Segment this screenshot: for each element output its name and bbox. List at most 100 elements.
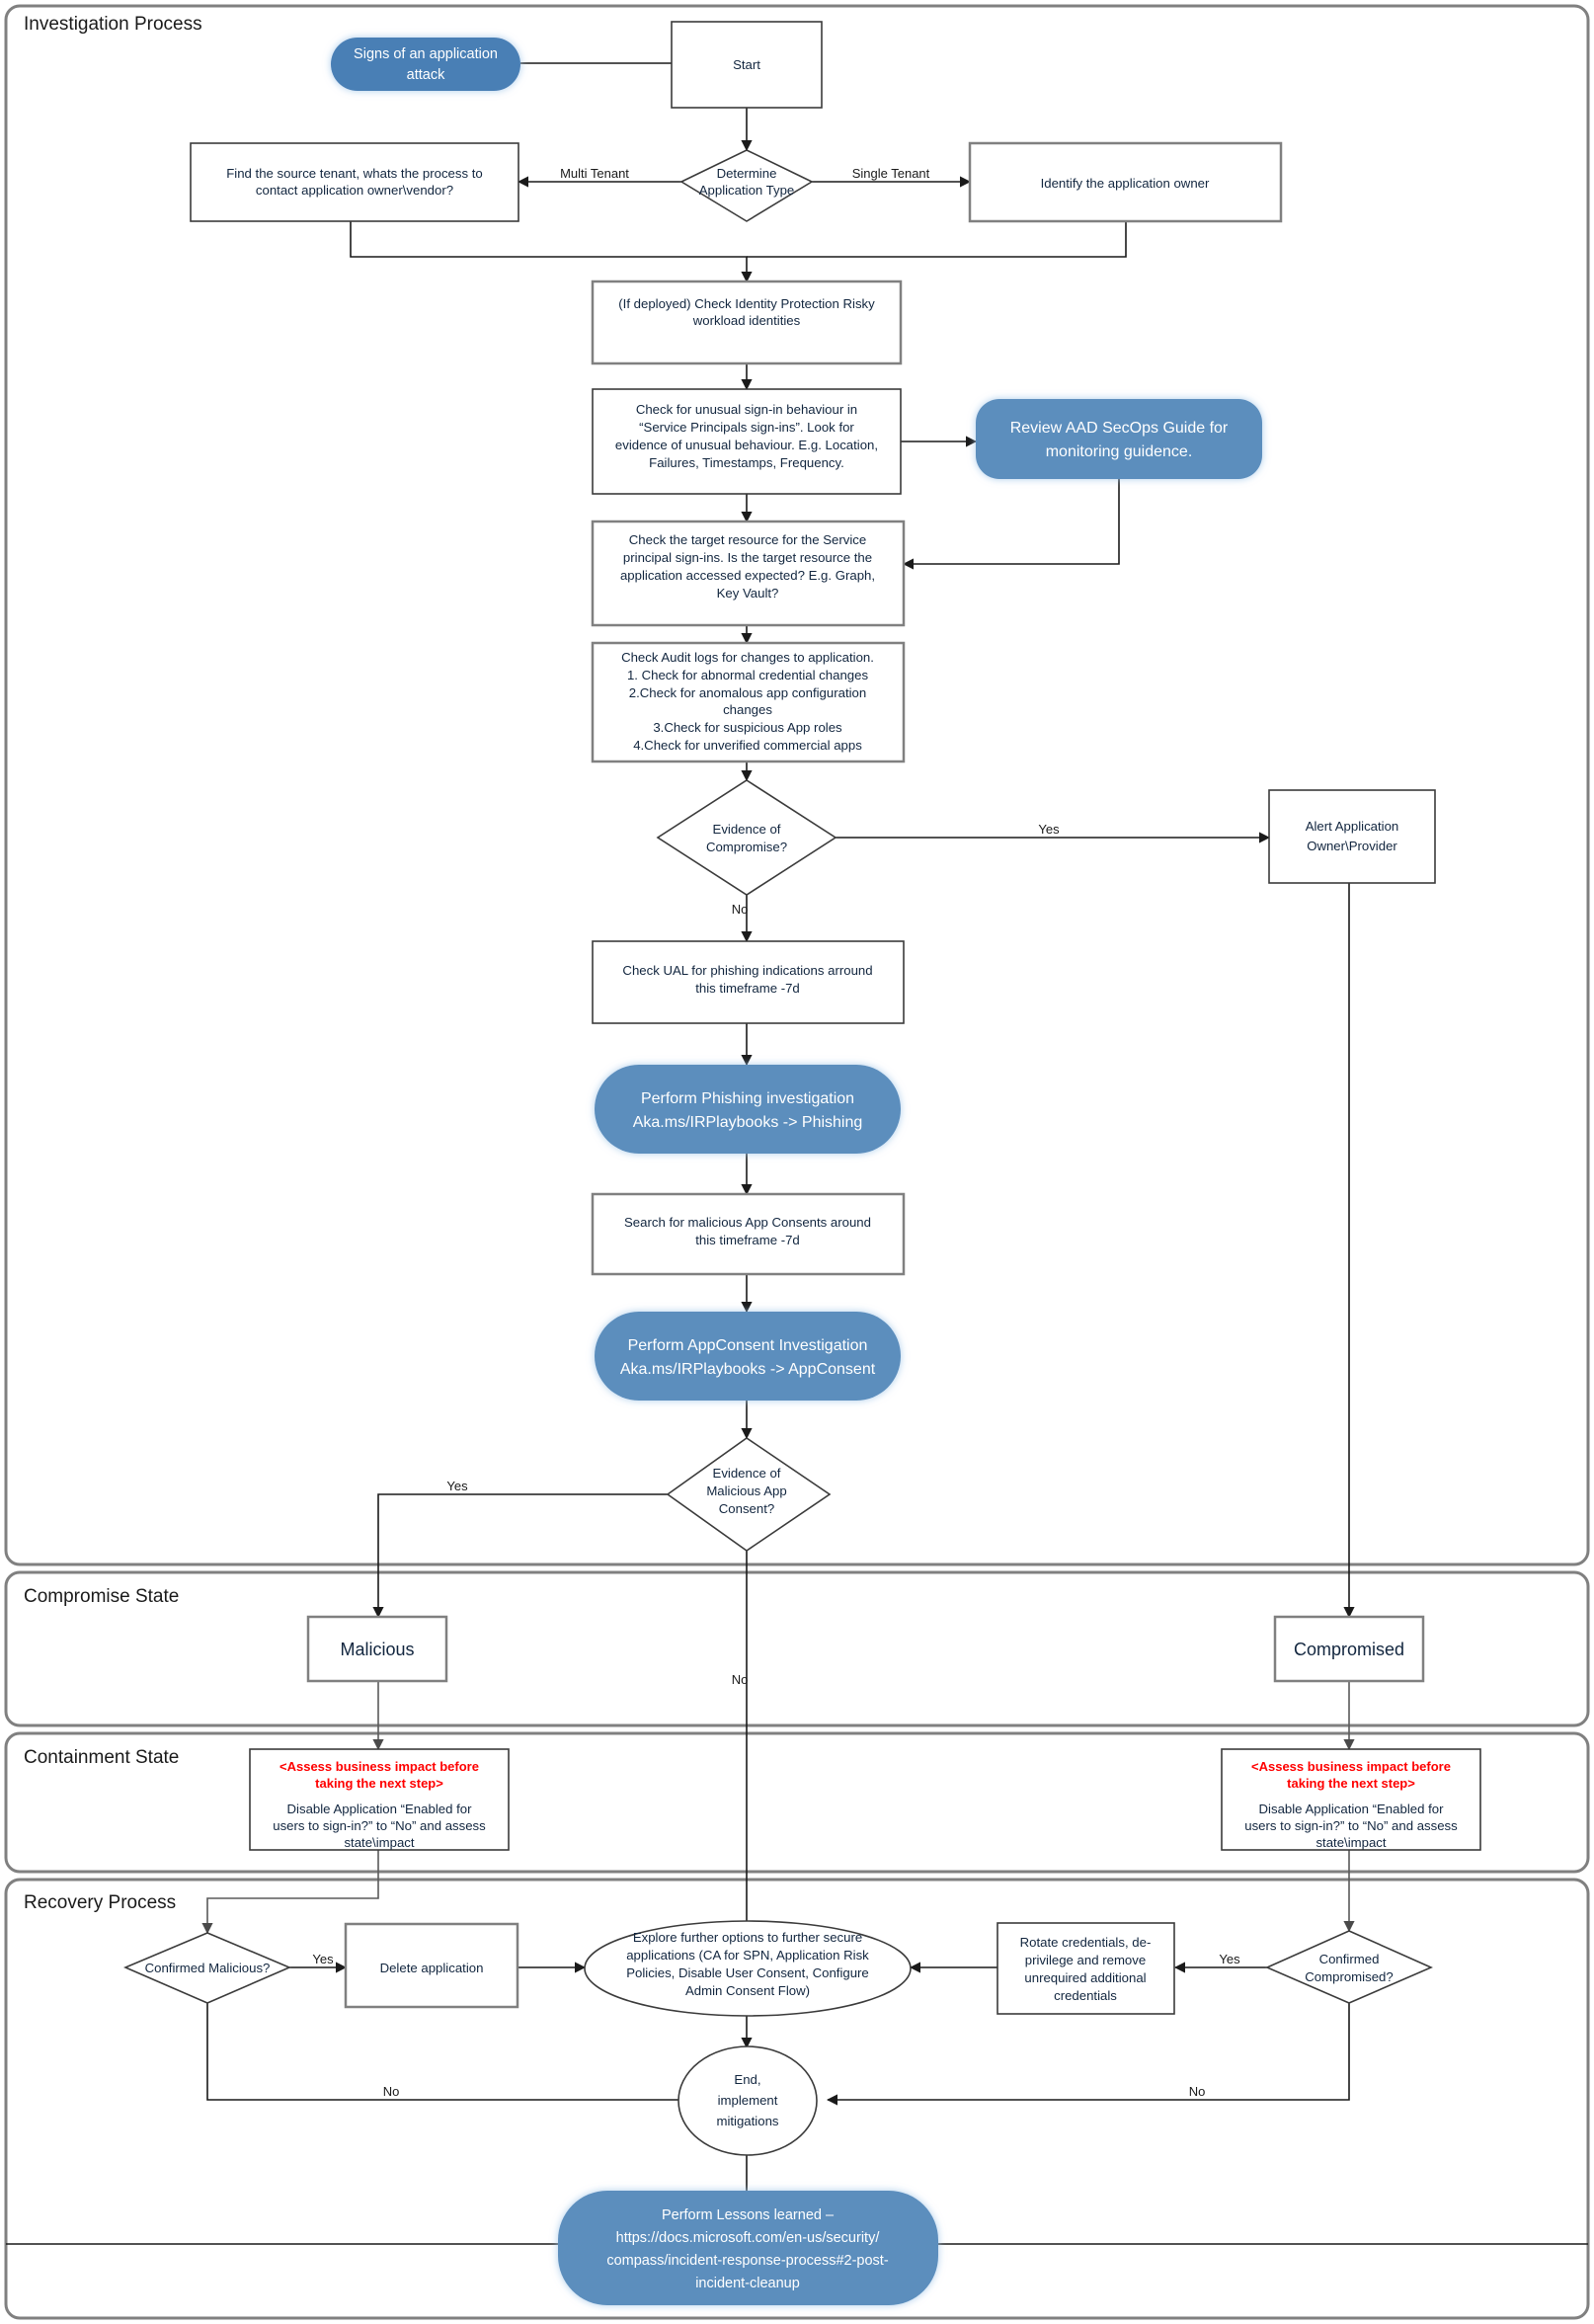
node-containment-right-alert-line2: taking the next step>	[1287, 1776, 1415, 1791]
node-rotate-credentials-line3: unrequired additional	[1024, 1970, 1146, 1985]
node-rotate-credentials-line1: Rotate credentials, de-	[1020, 1935, 1152, 1950]
node-explore-line1: Explore further options to further secur…	[633, 1930, 862, 1945]
node-containment-right[interactable]: <Assess business impact before taking th…	[1221, 1748, 1481, 1851]
node-containment-left-body-line1: Disable Application “Enabled for	[287, 1802, 473, 1816]
node-rotate-credentials-line4: credentials	[1054, 1988, 1117, 2003]
node-check-audit-logs-line3: 2.Check for anomalous app configuration	[629, 685, 866, 700]
node-signs-of-attack[interactable]: Signs of an application attack	[331, 38, 520, 91]
node-aad-secops-guide-line1: Review AAD SecOps Guide for	[1010, 420, 1229, 437]
edge-label-compromise-no: No	[732, 902, 749, 917]
node-containment-left-body-line2: users to sign-in?” to “No” and assess	[273, 1818, 486, 1833]
node-end-line2: implement	[718, 2093, 778, 2108]
node-identity-protection-line1: (If deployed) Check Identity Protection …	[618, 296, 875, 311]
edge-label-consent-yes: Yes	[446, 1479, 468, 1493]
node-identify-owner[interactable]: Identify the application owner	[968, 141, 1283, 223]
node-identify-owner-label: Identify the application owner	[1041, 176, 1210, 191]
node-find-source-tenant[interactable]: Find the source tenant, whats the proces…	[190, 142, 519, 222]
node-perform-appconsent-line2: Aka.ms/IRPlaybooks -> AppConsent	[620, 1361, 876, 1378]
node-check-ual-phishing-line2: this timeframe -7d	[695, 981, 800, 996]
node-unusual-signin-line2: “Service Principals sign-ins”. Look for	[639, 420, 854, 435]
node-perform-appconsent-line1: Perform AppConsent Investigation	[628, 1337, 868, 1354]
node-check-audit-logs-line4: changes	[723, 702, 772, 717]
flowchart-canvas: Investigation Process Compromise State C…	[0, 0, 1594, 2324]
node-alert-app-owner-line1: Alert Application	[1306, 819, 1399, 834]
node-identity-protection[interactable]: (If deployed) Check Identity Protection …	[591, 280, 903, 365]
edge-label-confirmed-malicious-no: No	[383, 2084, 400, 2099]
node-end-line1: End,	[734, 2072, 760, 2087]
node-explore-line2: applications (CA for SPN, Application Ri…	[626, 1948, 869, 1963]
node-lessons-learned[interactable]: Perform Lessons learned – https://docs.m…	[558, 2191, 938, 2305]
node-end-implement-mitigations[interactable]: End, implement mitigations	[677, 2045, 818, 2156]
node-alert-app-owner-line2: Owner\Provider	[1307, 839, 1397, 853]
node-perform-appconsent-investigation-shape	[595, 1312, 901, 1401]
node-aad-secops-guide-shape	[976, 399, 1262, 479]
node-rotate-credentials[interactable]: Rotate credentials, de- privilege and re…	[996, 1922, 1175, 2015]
node-lessons-learned-line3: compass/incident-response-process#2-post…	[606, 2253, 888, 2269]
node-start-label: Start	[733, 57, 760, 72]
node-search-app-consents-line1: Search for malicious App Consents around	[624, 1215, 871, 1230]
node-check-target-resource[interactable]: Check the target resource for the Servic…	[591, 520, 906, 627]
edge-label-multi-tenant: Multi Tenant	[560, 166, 629, 181]
flowchart-svg: Investigation Process Compromise State C…	[4, 4, 1590, 2320]
node-containment-left-alert-line1: <Assess business impact before	[279, 1759, 479, 1774]
node-containment-right-body-line2: users to sign-in?” to “No” and assess	[1244, 1818, 1458, 1833]
node-compromised[interactable]: Compromised	[1273, 1615, 1425, 1683]
edge-label-consent-no: No	[732, 1672, 749, 1687]
node-check-target-resource-line3: application accessed expected? E.g. Grap…	[620, 568, 875, 583]
node-check-audit-logs-line1: Check Audit logs for changes to applicat…	[621, 650, 874, 665]
node-check-audit-logs-line2: 1. Check for abnormal credential changes	[627, 668, 869, 682]
node-determine-app-type-line1: Determine	[717, 166, 777, 181]
node-search-app-consents-line2: this timeframe -7d	[695, 1233, 800, 1247]
node-find-source-tenant-line1: Find the source tenant, whats the proces…	[226, 166, 483, 181]
node-evidence-malicious-consent-line1: Evidence of	[713, 1466, 781, 1481]
node-delete-application-label: Delete application	[380, 1961, 484, 1975]
node-alert-app-owner[interactable]: Alert Application Owner\Provider	[1268, 789, 1436, 884]
node-confirmed-malicious-label: Confirmed Malicious?	[145, 1961, 271, 1975]
node-evidence-of-compromise-line1: Evidence of	[713, 822, 781, 837]
node-unusual-signin-line4: Failures, Timestamps, Frequency.	[649, 455, 844, 470]
node-check-target-resource-line1: Check the target resource for the Servic…	[629, 532, 866, 547]
node-search-app-consents[interactable]: Search for malicious App Consents around…	[591, 1192, 906, 1276]
node-alert-app-owner-shape	[1268, 789, 1436, 884]
lane-compromise-label: Compromise State	[24, 1586, 179, 1607]
node-explore-line3: Policies, Disable User Consent, Configur…	[626, 1965, 869, 1980]
node-start[interactable]: Start	[671, 21, 823, 109]
node-check-ual-phishing[interactable]: Check UAL for phishing indications arrou…	[592, 940, 905, 1024]
node-perform-appconsent-investigation[interactable]: Perform AppConsent Investigation Aka.ms/…	[595, 1312, 901, 1401]
node-containment-left-body-line3: state\impact	[344, 1835, 414, 1850]
node-containment-right-alert-line1: <Assess business impact before	[1251, 1759, 1451, 1774]
edge-label-compromise-yes: Yes	[1038, 822, 1060, 837]
node-explore-further-options[interactable]: Explore further options to further secur…	[584, 1920, 912, 2017]
node-explore-line4: Admin Consent Flow)	[685, 1983, 810, 1998]
edge-label-confirmed-malicious-yes: Yes	[312, 1952, 334, 1966]
node-check-audit-logs[interactable]: Check Audit logs for changes to applicat…	[591, 641, 906, 763]
node-rotate-credentials-line2: privilege and remove	[1025, 1953, 1146, 1967]
node-determine-app-type-line2: Application Type	[699, 183, 795, 198]
node-malicious-label: Malicious	[340, 1640, 414, 1659]
node-lessons-learned-line1: Perform Lessons learned –	[662, 2207, 835, 2223]
node-compromised-label: Compromised	[1294, 1640, 1404, 1659]
node-confirmed-compromised-line1: Confirmed	[1319, 1952, 1380, 1966]
node-unusual-signin-line1: Check for unusual sign-in behaviour in	[636, 402, 857, 417]
edge-label-single-tenant: Single Tenant	[852, 166, 930, 181]
node-check-audit-logs-line6: 4.Check for unverified commercial apps	[633, 738, 862, 753]
node-aad-secops-guide[interactable]: Review AAD SecOps Guide for monitoring g…	[976, 399, 1262, 479]
node-containment-left-alert-line2: taking the next step>	[315, 1776, 443, 1791]
node-lessons-learned-line4: incident-cleanup	[695, 2276, 800, 2291]
node-unusual-signin[interactable]: Check for unusual sign-in behaviour in “…	[592, 388, 902, 495]
node-containment-left[interactable]: <Assess business impact before taking th…	[249, 1748, 510, 1851]
lane-recovery-label: Recovery Process	[24, 1892, 176, 1913]
node-lessons-learned-line2: https://docs.microsoft.com/en-us/securit…	[616, 2230, 881, 2246]
node-end-line3: mitigations	[716, 2114, 778, 2128]
node-perform-phishing-investigation-shape	[595, 1065, 901, 1154]
node-delete-application[interactable]: Delete application	[344, 1922, 519, 2009]
node-evidence-malicious-consent-line3: Consent?	[719, 1501, 774, 1516]
node-perform-phishing-line2: Aka.ms/IRPlaybooks -> Phishing	[633, 1114, 863, 1131]
node-malicious[interactable]: Malicious	[306, 1615, 448, 1683]
edge-label-confirmed-compromised-no: No	[1189, 2084, 1206, 2099]
edge-label-confirmed-compromised-yes: Yes	[1219, 1952, 1240, 1966]
lane-containment-label: Containment State	[24, 1747, 179, 1768]
node-containment-right-body-line3: state\impact	[1315, 1835, 1386, 1850]
node-signs-of-attack-line2: attack	[407, 67, 445, 83]
node-perform-phishing-investigation[interactable]: Perform Phishing investigation Aka.ms/IR…	[595, 1065, 901, 1154]
